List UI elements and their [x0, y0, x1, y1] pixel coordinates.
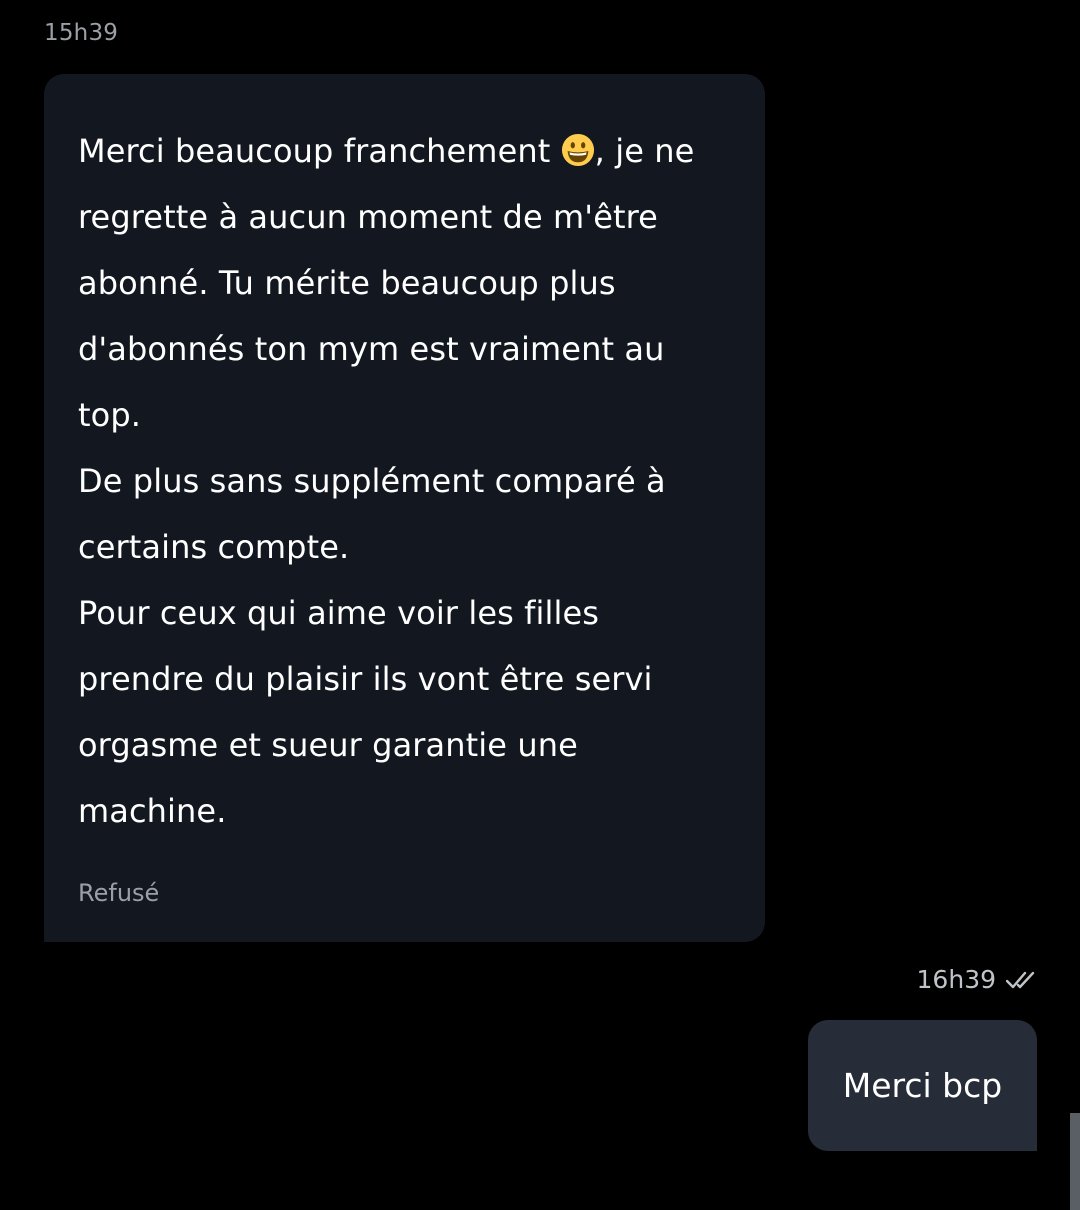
incoming-message-text: Merci beaucoup franchement , je ne regre… — [78, 118, 725, 844]
incoming-timestamp: 15h39 — [44, 20, 119, 46]
double-check-icon — [1006, 971, 1035, 988]
message-text-part-1: Merci beaucoup franchement — [78, 132, 561, 170]
outgoing-message-bubble[interactable]: Merci bcp — [808, 1020, 1037, 1151]
message-text-part-2: , je ne regrette à aucun moment de m'êtr… — [78, 132, 695, 830]
outgoing-message-text: Merci bcp — [842, 1066, 1003, 1105]
incoming-message-bubble[interactable]: Merci beaucoup franchement , je ne regre… — [44, 74, 765, 942]
outgoing-timestamp: 16h39 — [916, 965, 996, 994]
scrollbar-thumb[interactable] — [1070, 1113, 1080, 1210]
chat-conversation: 15h39 Merci beaucoup franchement , je ne… — [0, 0, 1080, 1210]
smiling-face-icon — [561, 133, 594, 167]
outgoing-meta: 16h39 — [917, 965, 1038, 994]
message-status-label: Refusé — [78, 879, 160, 907]
